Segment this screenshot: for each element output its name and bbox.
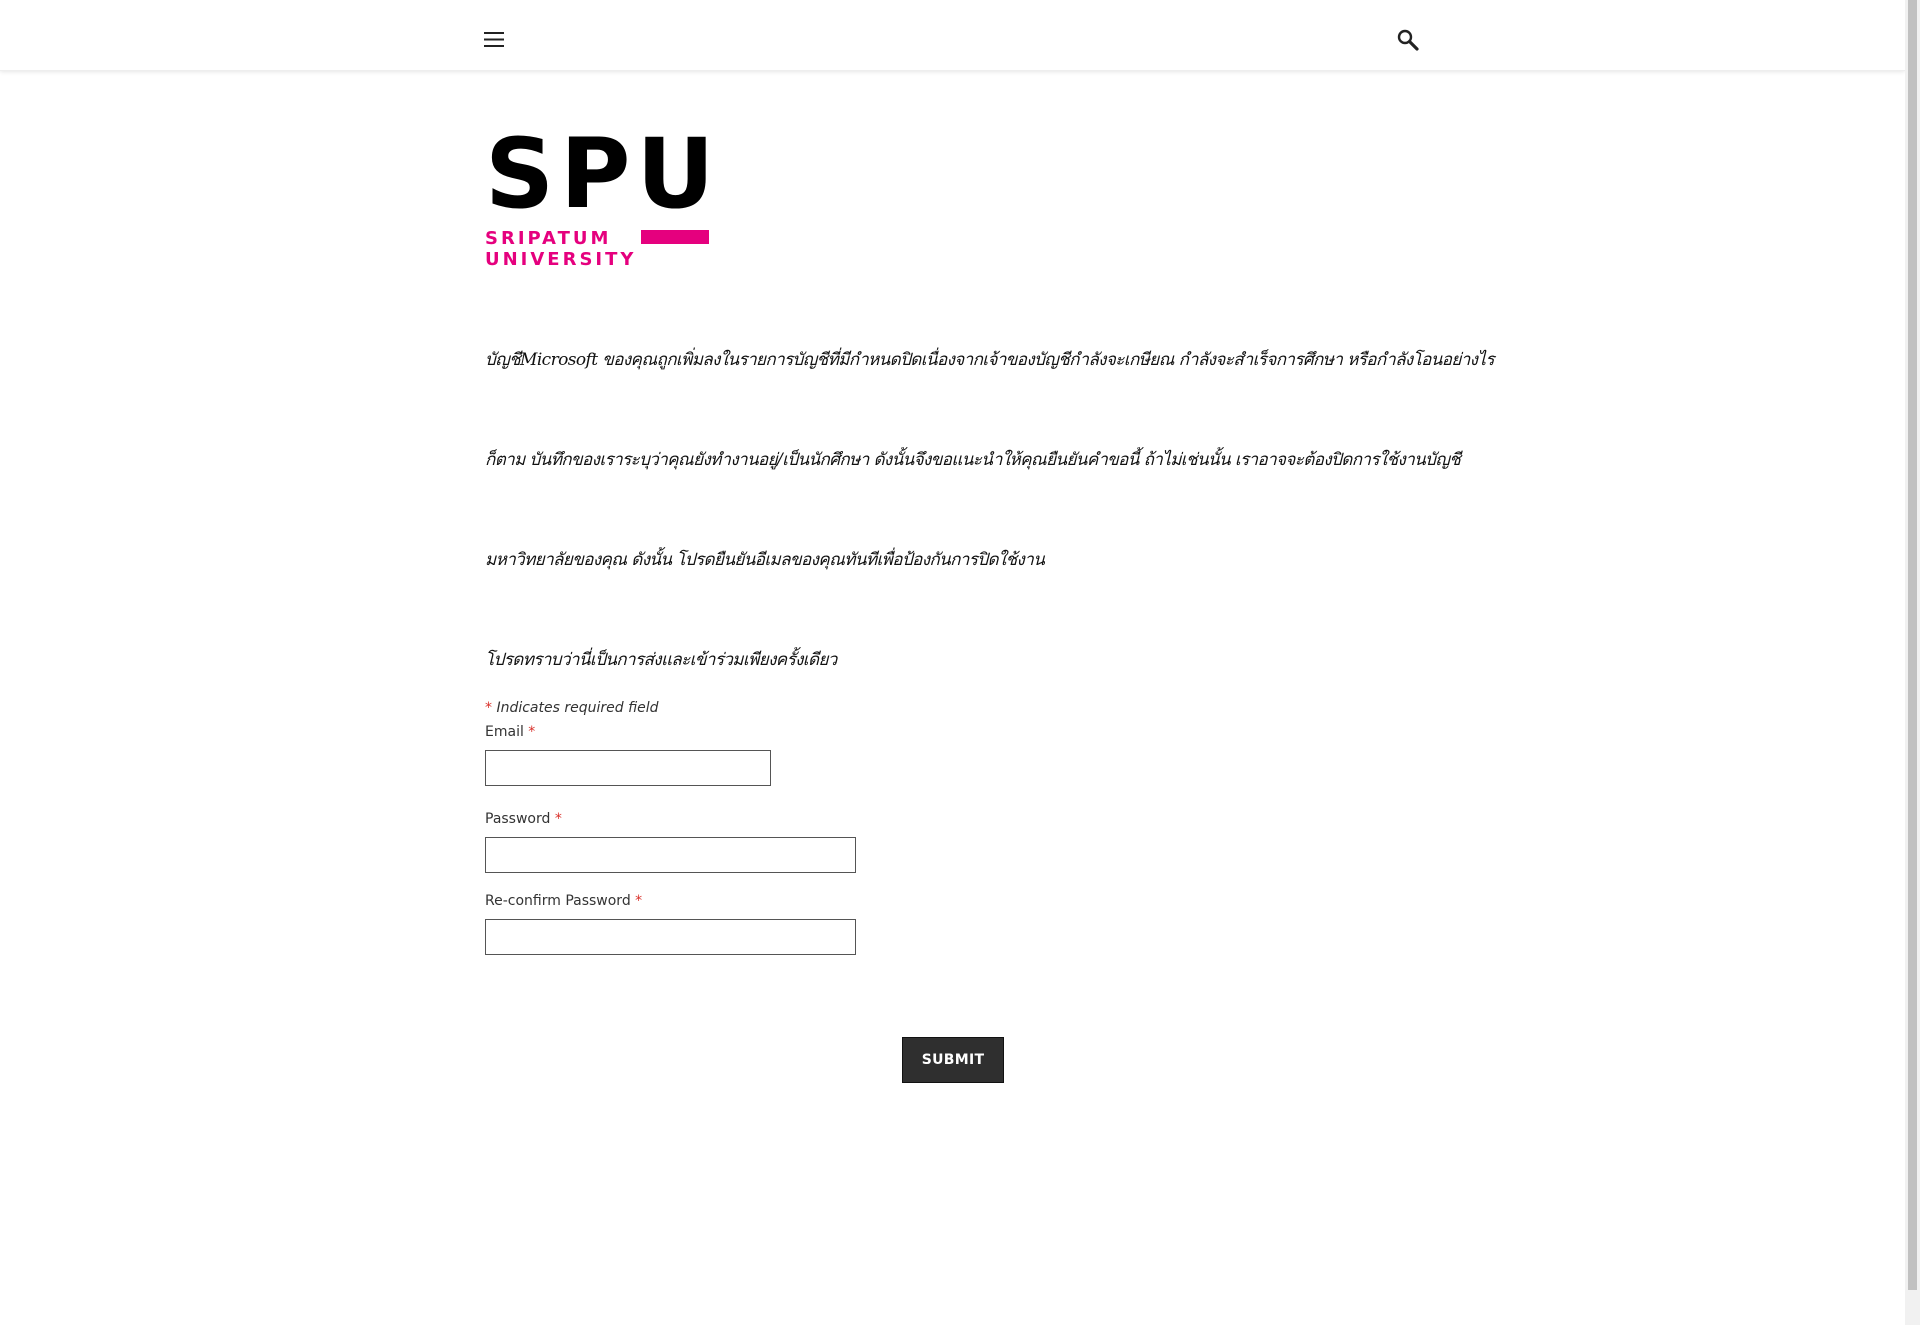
page: SPU SRIPATUM UNIVERSITY บัญชีMicrosoft ข…: [0, 0, 1920, 1325]
reconfirm-password-label: Re-confirm Password *: [485, 893, 642, 909]
notice-line-2: ก็ตาม บันทึกของเราระบุว่าคุณยังทำงานอยู่…: [485, 450, 1461, 470]
email-input[interactable]: [485, 750, 771, 786]
search-icon[interactable]: [1397, 29, 1419, 51]
scrollbar-thumb[interactable]: [1908, 0, 1917, 1290]
required-asterisk: *: [554, 811, 562, 827]
password-label-text: Password: [485, 811, 551, 827]
required-note-text: Indicates required field: [496, 700, 659, 716]
required-asterisk: *: [635, 893, 643, 909]
password-input[interactable]: [485, 837, 856, 873]
notice-line-3: มหาวิทยาลัยของคุณ ดังนั้น โปรดยืนยันอีเม…: [485, 550, 1045, 570]
hamburger-menu-icon[interactable]: [484, 31, 504, 48]
required-asterisk: *: [485, 700, 492, 716]
top-navigation-bar: [0, 0, 1905, 71]
required-field-note: * Indicates required field: [485, 700, 659, 716]
password-label: Password *: [485, 811, 562, 827]
logo-line-2: UNIVERSITY: [485, 249, 637, 270]
email-label: Email *: [485, 724, 535, 740]
notice-line-1: บัญชีMicrosoft ของคุณถูกเพิ่มลงในรายการบ…: [485, 350, 1494, 370]
submit-button[interactable]: SUBMIT: [902, 1037, 1004, 1083]
logo-line-1: SRIPATUM: [485, 228, 612, 249]
logo-letters: SPU: [485, 118, 721, 230]
logo-accent-bar: [641, 230, 709, 244]
required-asterisk: *: [528, 724, 536, 740]
notice-line-4: โปรดทราบว่านี่เป็นการส่งและเข้าร่วมเพียง…: [485, 650, 837, 670]
sripatum-university-logo: SPU SRIPATUM UNIVERSITY: [485, 126, 714, 270]
reconfirm-password-label-text: Re-confirm Password: [485, 893, 631, 909]
email-label-text: Email: [485, 724, 524, 740]
reconfirm-password-input[interactable]: [485, 919, 856, 955]
